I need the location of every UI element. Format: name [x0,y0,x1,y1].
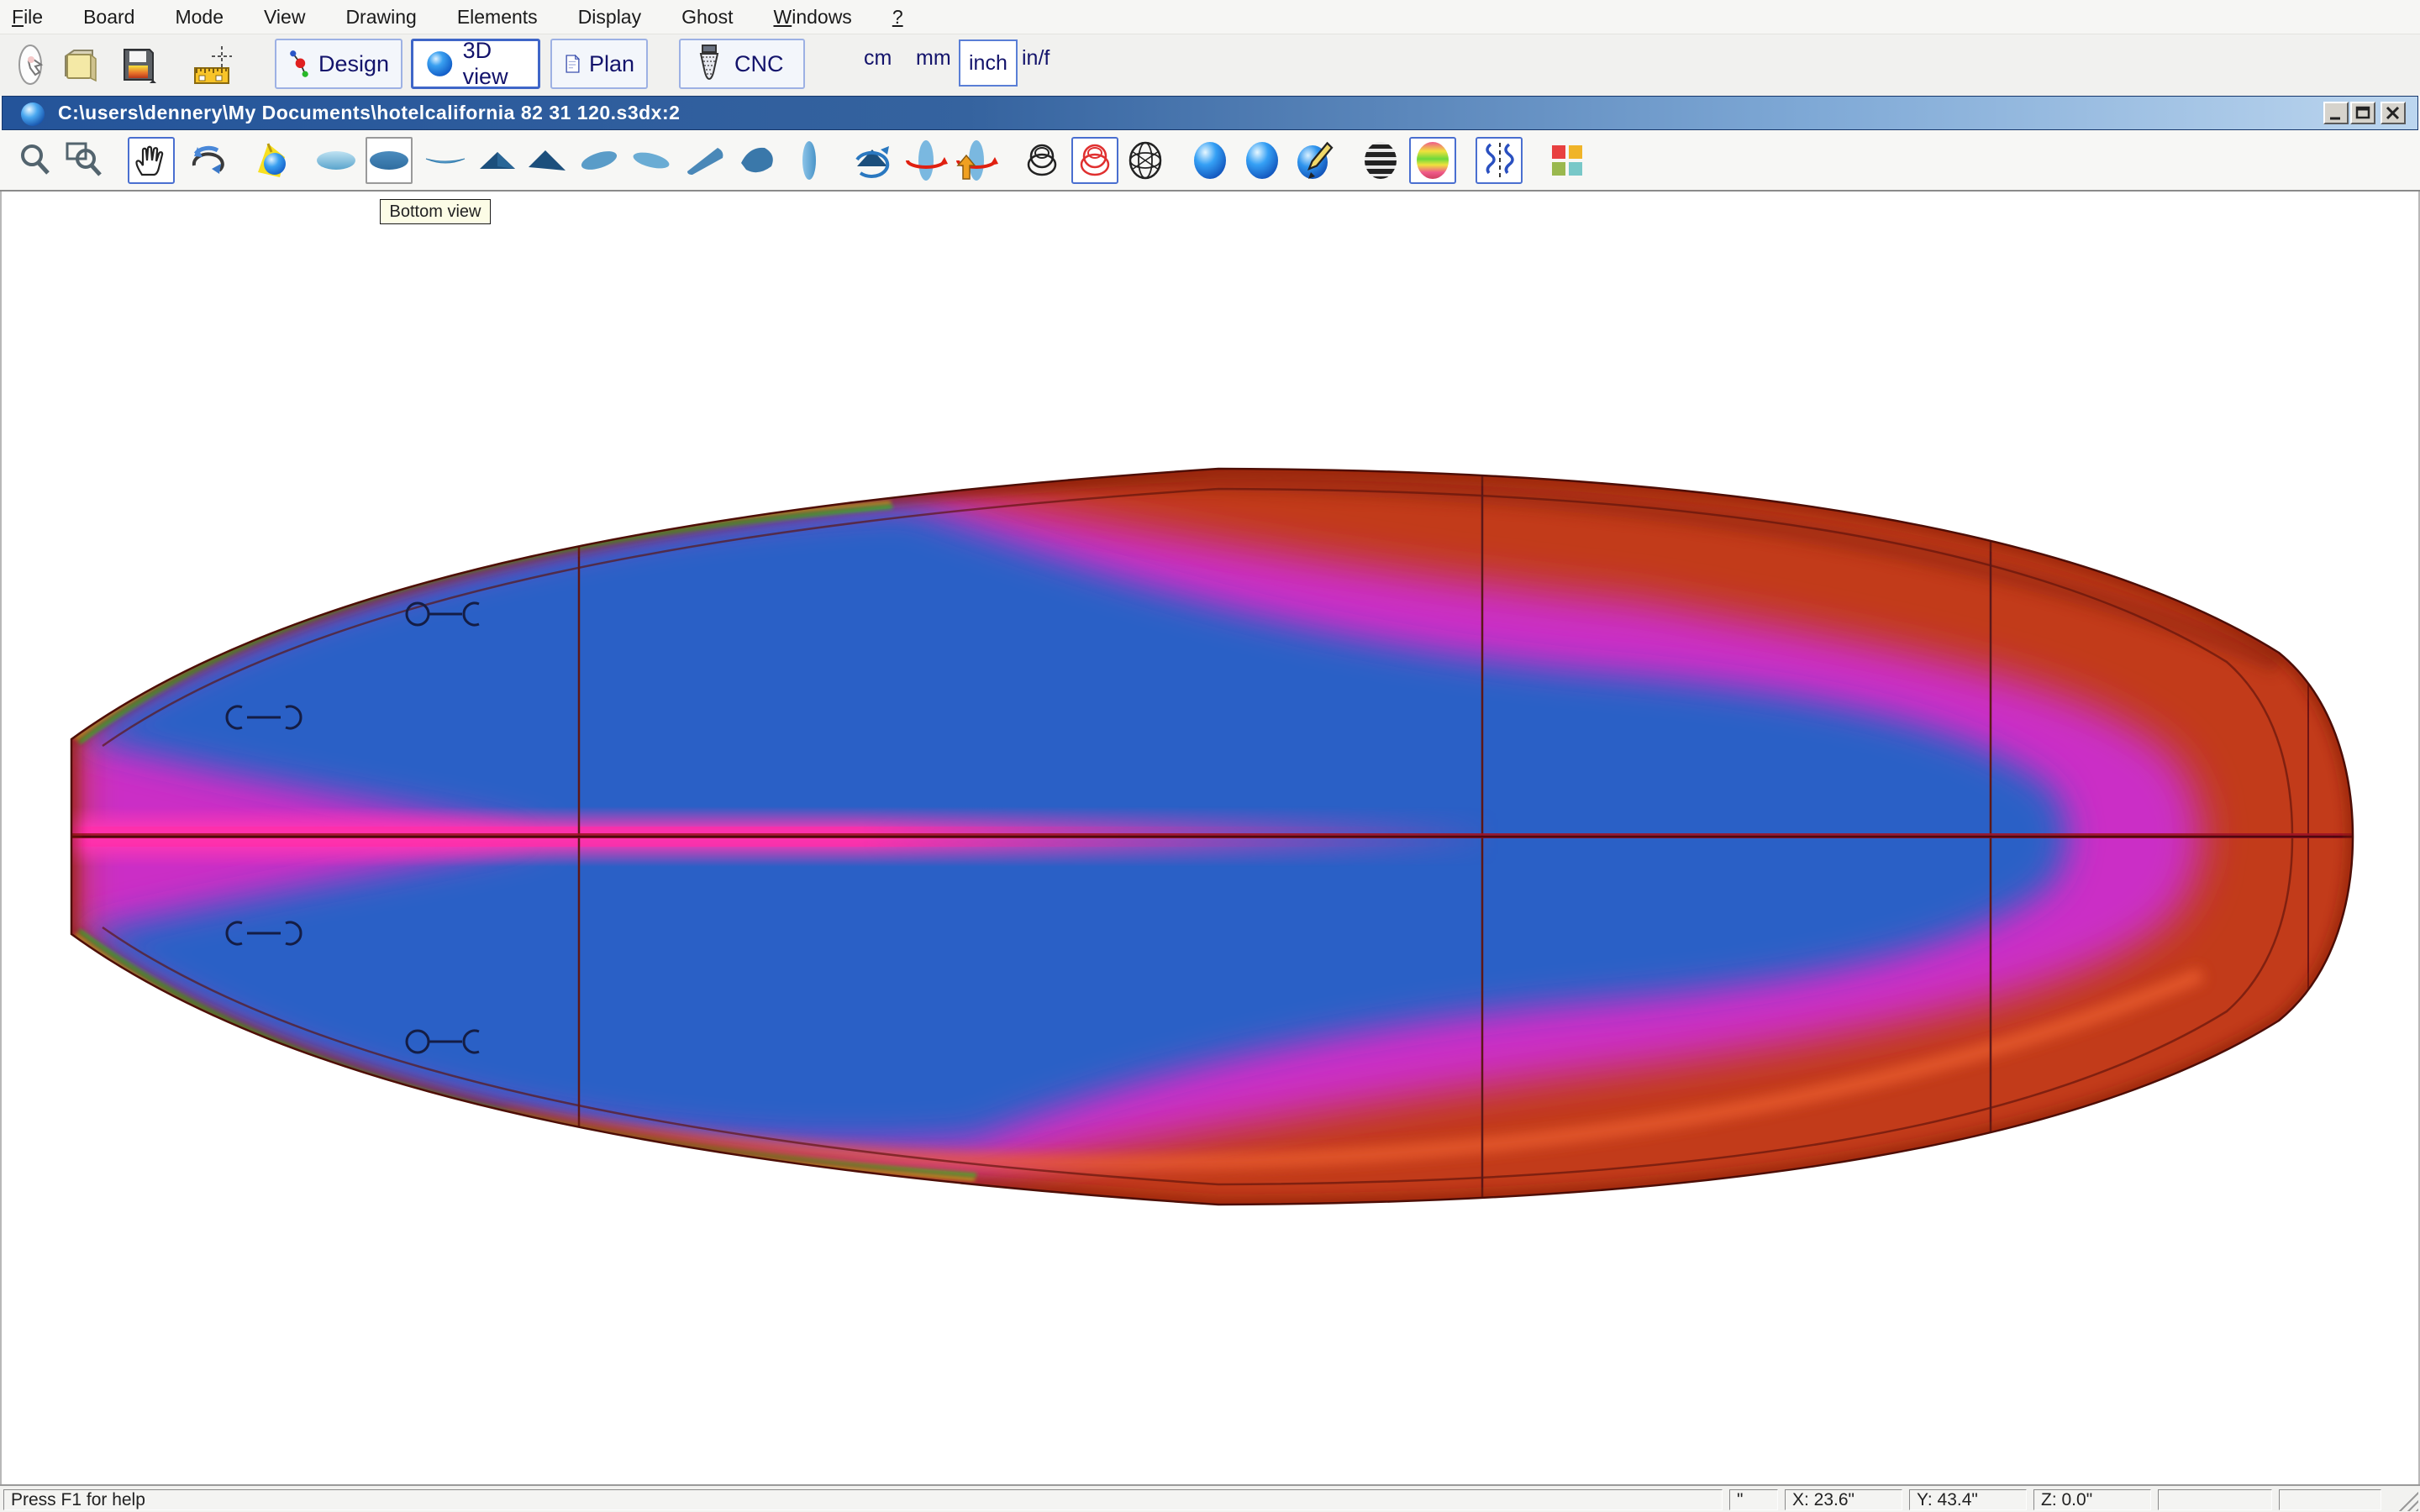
status-bar: Press F1 for help " X: 23.6" Y: 43.4" Z:… [0,1484,2420,1512]
perspective-view-2-icon[interactable] [734,137,781,184]
status-empty-1 [2158,1489,2272,1510]
flow-lines-icon[interactable] [1476,137,1523,184]
menu-item-board[interactable]: Board [63,6,155,29]
save-icon[interactable] [116,43,160,87]
new-board-icon[interactable] [12,43,55,87]
tail-3q-view-icon[interactable] [524,137,571,184]
unit-inch[interactable]: inch [959,39,1018,87]
open-folder-icon[interactable] [59,43,103,87]
resize-grip[interactable] [2396,1491,2418,1511]
design-nodes-icon [288,43,310,85]
roll-view-icon[interactable] [902,137,950,184]
menu-item-display[interactable]: Display [558,6,661,29]
spin-view-icon[interactable] [849,137,896,184]
document-title: C:\users\dennery\My Documents\hotelcalif… [58,102,680,124]
side-view-icon[interactable] [422,137,469,184]
curvature-sphere-icon[interactable] [1409,137,1456,184]
tail-view-icon[interactable] [474,137,521,184]
sphere-icon [425,45,455,82]
top-view-icon[interactable] [313,137,360,184]
paint-sphere-icon[interactable] [1292,137,1339,184]
unit-mm[interactable]: mm [916,46,951,71]
status-x-coordinate: X: 23.6" [1785,1489,1902,1510]
pan-hand-icon[interactable] [128,137,175,184]
menu-item-elements[interactable]: Elements [437,6,558,29]
mesh-sphere-icon[interactable] [1122,137,1169,184]
document-sphere-icon [19,101,48,128]
render-light-icon[interactable] [250,137,297,184]
tooltip-bottom-view: Bottom view [380,199,491,224]
cnc-mode-button[interactable]: CNC [679,39,805,89]
minimize-button[interactable] [2323,102,2349,124]
main-toolbar: Design 3D view Plan [0,34,2420,96]
wireframe-icon[interactable] [1018,137,1065,184]
nose-view-icon[interactable] [786,137,833,184]
status-y-coordinate: Y: 43.4" [1909,1489,2027,1510]
status-help: Press F1 for help [3,1489,1723,1510]
menu-item-windows[interactable]: Windows [753,6,871,29]
close-button[interactable] [2381,102,2406,124]
unit-cm[interactable]: cm [864,46,892,71]
tilt-left-view-icon[interactable] [576,137,623,184]
zebra-sphere-icon[interactable] [1357,137,1404,184]
plan-sheet-icon [564,45,581,83]
menu-item-ghost[interactable]: Ghost [661,6,753,29]
color-palette-icon[interactable] [1544,137,1591,184]
design-mode-button[interactable]: Design [275,39,402,89]
shaded-sphere-icon[interactable] [1186,137,1234,184]
zoom-icon[interactable] [12,137,59,184]
roll-up-view-icon[interactable] [951,137,998,184]
cnc-tool-icon [692,44,726,84]
plan-mode-button[interactable]: Plan [550,39,648,89]
board-render [2,192,2418,1484]
status-unit: " [1729,1489,1778,1510]
menu-bar: File Board Mode View Drawing Elements Di… [0,0,2420,34]
menu-item-help[interactable]: ? [872,6,923,29]
zoom-window-icon[interactable] [60,137,108,184]
menu-item-drawing[interactable]: Drawing [325,6,436,29]
status-empty-2 [2279,1489,2381,1510]
view-toolbar [0,130,2420,192]
status-z-coordinate: Z: 0.0" [2033,1489,2151,1510]
rotate-3d-icon[interactable] [184,137,231,184]
menu-item-mode[interactable]: Mode [155,6,244,29]
wireframe-red-icon[interactable] [1071,137,1118,184]
menu-item-file[interactable]: File [0,6,63,29]
shaded-sphere-2-icon[interactable] [1239,137,1286,184]
3d-view-mode-button[interactable]: 3D view [411,39,540,89]
document-title-bar[interactable]: C:\users\dennery\My Documents\hotelcalif… [2,96,2418,130]
menu-item-view[interactable]: View [244,6,325,29]
board-canvas[interactable] [0,192,2420,1484]
unit-inf[interactable]: in/f [1022,46,1050,71]
perspective-view-icon[interactable] [682,137,729,184]
application-window: File Board Mode View Drawing Elements Di… [0,0,2420,1512]
measure-icon[interactable] [188,43,232,87]
bottom-view-icon[interactable] [366,137,413,184]
tilt-right-view-icon[interactable] [628,137,675,184]
maximize-button[interactable] [2350,102,2375,124]
